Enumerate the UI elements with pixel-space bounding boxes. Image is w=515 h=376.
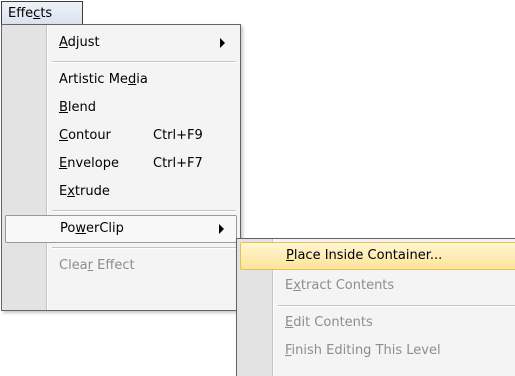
item-mnemonic: x	[293, 278, 301, 293]
menu-item-envelope[interactable]: Envelope Ctrl+F7	[5, 150, 237, 178]
item-label-pre: Clea	[59, 258, 88, 273]
item-label-post: ia	[136, 72, 148, 87]
menu-separator	[52, 247, 236, 249]
item-label-post: djust	[67, 35, 100, 50]
item-mnemonic: x	[67, 184, 75, 199]
item-label-post: erClip	[85, 221, 124, 236]
item-label-post: ontour	[68, 128, 111, 143]
item-mnemonic: E	[59, 156, 68, 171]
item-label-pre: E	[285, 278, 294, 293]
item-mnemonic: P	[286, 248, 294, 263]
item-label-post: trude	[74, 184, 110, 199]
screen: Effects Adjust Artistic Media Blend Cont…	[0, 0, 515, 376]
item-label-post: dit Contents	[293, 315, 373, 330]
item-mnemonic: B	[59, 100, 68, 115]
item-label-post: lend	[67, 100, 97, 115]
item-label-post: inish Editing This Level	[291, 343, 441, 358]
menu-item-edit-contents[interactable]: Edit Contents	[240, 309, 515, 337]
shortcut-label: Ctrl+F7	[153, 156, 203, 171]
menu-item-place-inside-container[interactable]: Place Inside Container...	[240, 242, 515, 270]
menu-separator	[52, 210, 236, 212]
menu-item-powerclip[interactable]: PowerClip	[5, 215, 237, 243]
effects-menu: Adjust Artistic Media Blend Contour Ctrl…	[1, 24, 241, 311]
item-mnemonic: A	[59, 35, 68, 50]
menu-item-extract-contents[interactable]: Extract Contents	[240, 272, 515, 300]
menu-item-adjust[interactable]: Adjust	[5, 29, 237, 57]
item-label-post: Effect	[93, 258, 135, 273]
item-label-pre: Artistic Me	[59, 72, 128, 87]
powerclip-submenu: Place Inside Container... Extract Conten…	[236, 238, 515, 376]
submenu-arrow-icon	[220, 38, 225, 48]
menu-item-finish-editing-this-level[interactable]: Finish Editing This Level	[240, 337, 515, 365]
menubar-effects[interactable]: Effects	[1, 1, 83, 25]
menubar-effects-label-pre: Effe	[8, 6, 34, 21]
menu-item-contour[interactable]: Contour Ctrl+F9	[5, 122, 237, 150]
menu-item-clear-effect[interactable]: Clear Effect	[5, 252, 237, 280]
menu-item-extrude[interactable]: Extrude	[5, 178, 237, 206]
menu-item-artistic-media[interactable]: Artistic Media	[5, 66, 237, 94]
item-label-pre: Po	[60, 221, 76, 236]
menu-separator	[278, 305, 515, 307]
menu-item-blend[interactable]: Blend	[5, 94, 237, 122]
item-mnemonic: C	[59, 128, 69, 143]
item-mnemonic: w	[75, 221, 86, 236]
item-label-post: tract Contents	[300, 278, 395, 293]
menu-separator	[52, 61, 236, 63]
item-label-post: lace Inside Container...	[293, 248, 443, 263]
shortcut-label: Ctrl+F9	[153, 128, 203, 143]
submenu-arrow-icon	[219, 224, 224, 234]
item-label-pre: E	[59, 184, 68, 199]
menubar-effects-label-post: ts	[40, 6, 53, 21]
item-mnemonic: d	[127, 72, 137, 87]
item-mnemonic: E	[285, 315, 294, 330]
item-label-post: nvelope	[67, 156, 119, 171]
